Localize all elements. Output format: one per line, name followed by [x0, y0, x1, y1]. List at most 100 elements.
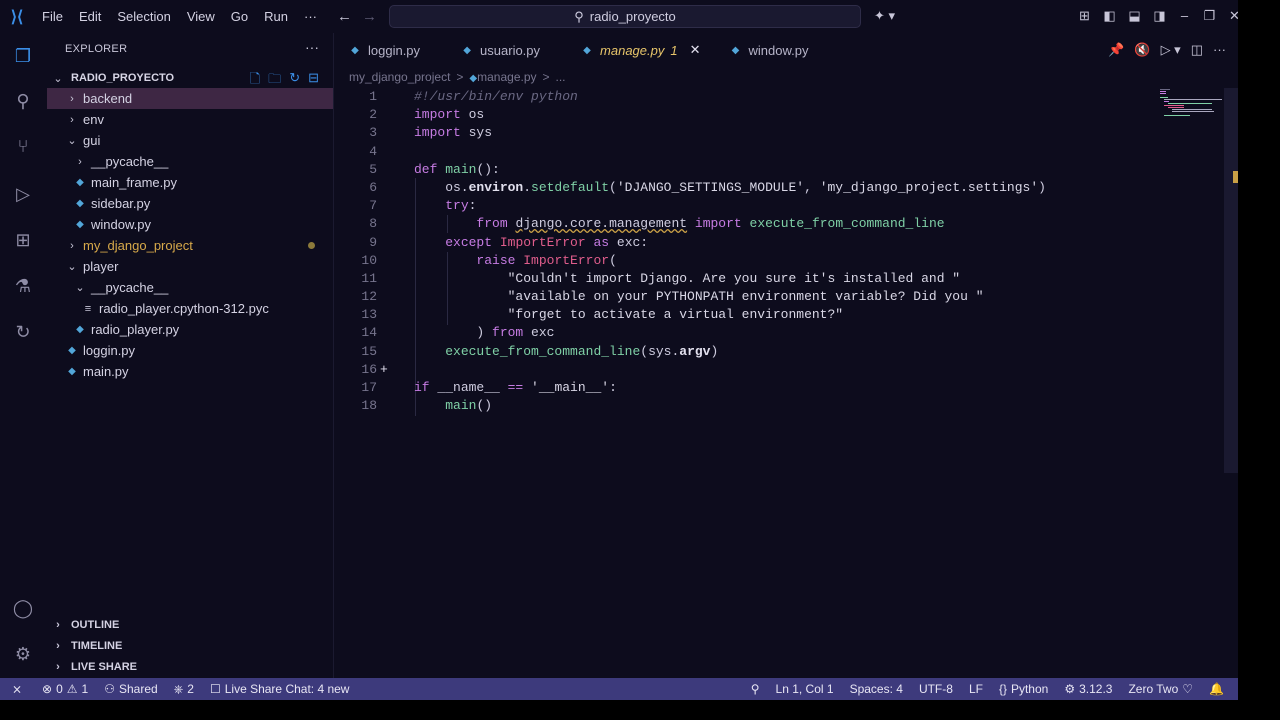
- command-center-search[interactable]: ⚲ radio_proyecto: [389, 5, 861, 28]
- tree-folder[interactable]: › my_django_project: [47, 235, 333, 256]
- problems-indicator[interactable]: ⊗ 0 ⚠ 1: [34, 682, 96, 696]
- tree-item-label: radio_player.cpython-312.pyc: [99, 301, 269, 316]
- tree-file[interactable]: ≡ radio_player.cpython-312.pyc: [47, 298, 333, 319]
- minimap[interactable]: [1158, 88, 1224, 118]
- menu-selection[interactable]: Selection: [109, 0, 178, 33]
- live-share-icon[interactable]: ↻: [10, 319, 36, 345]
- python-version: 3.12.3: [1079, 682, 1113, 696]
- code-line: 5 def main():: [334, 161, 1154, 179]
- breadcrumb-folder[interactable]: my_django_project: [349, 70, 450, 84]
- add-breakpoint-icon[interactable]: +: [380, 361, 388, 379]
- language-mode[interactable]: {} Python: [991, 682, 1056, 696]
- toggle-panel-icon[interactable]: ⬓: [1122, 6, 1147, 26]
- copilot-icon[interactable]: ✦ ▾: [874, 8, 895, 24]
- vscode-window: ⟩⟨ File Edit Selection View Go Run ··· ←…: [0, 0, 1240, 700]
- breadcrumb-file[interactable]: ◆manage.py: [469, 70, 536, 84]
- tree-folder[interactable]: › __pycache__: [47, 151, 333, 172]
- chevron-down-icon: ⌄: [67, 135, 77, 147]
- tree-folder[interactable]: ⌄ __pycache__: [47, 277, 333, 298]
- vertical-scrollbar[interactable]: [1224, 88, 1238, 473]
- live-share-status[interactable]: ⚇ Shared: [96, 682, 165, 696]
- tab-window[interactable]: ◆ window.py: [715, 33, 823, 67]
- python-file-icon: ◆: [469, 73, 478, 84]
- line-number: 14: [361, 325, 377, 341]
- tree-folder[interactable]: › env: [47, 109, 333, 130]
- accounts-icon[interactable]: ◯: [10, 595, 36, 621]
- minimize-icon[interactable]: –: [1172, 6, 1197, 26]
- cursor-position[interactable]: Ln 1, Col 1: [768, 682, 842, 696]
- code-line: 7 try:: [334, 197, 1154, 215]
- extensions-icon[interactable]: ⊞: [10, 227, 36, 253]
- code-editor[interactable]: 1 #!/usr/bin/env python 2 import os 3 impor…: [334, 88, 1154, 416]
- indentation[interactable]: Spaces: 4: [842, 682, 911, 696]
- customize-layout-icon[interactable]: ⊞: [1072, 6, 1097, 26]
- run-debug-icon[interactable]: ▷: [10, 181, 36, 207]
- settings-gear-icon[interactable]: ⚙: [10, 641, 36, 667]
- encoding[interactable]: UTF-8: [911, 682, 961, 696]
- title-bar: ⟩⟨ File Edit Selection View Go Run ··· ←…: [0, 0, 1240, 33]
- zoom-icon[interactable]: ⚲: [743, 682, 768, 696]
- restore-icon[interactable]: ❐: [1197, 6, 1222, 26]
- menu-edit[interactable]: Edit: [71, 0, 109, 33]
- mute-icon[interactable]: 🔇: [1134, 42, 1150, 58]
- tree-item-label: sidebar.py: [91, 196, 151, 211]
- notifications-bell-icon[interactable]: 🔔: [1201, 682, 1232, 696]
- toggle-secondary-sidebar-icon[interactable]: ◨: [1147, 6, 1172, 26]
- status-bar: ⨯ ⊗ 0 ⚠ 1 ⚇ Shared ⎈ 2 ☐ Live Share Chat: 4 n…: [0, 678, 1238, 700]
- tab-loggin[interactable]: ◆ loggin.py: [334, 33, 434, 67]
- source-control-icon[interactable]: ⑂: [10, 133, 36, 159]
- search-icon: ⚲: [574, 8, 584, 24]
- error-count: 0: [56, 682, 63, 696]
- menu-more[interactable]: ···: [296, 0, 325, 33]
- tree-folder[interactable]: ⌄ player: [47, 256, 333, 277]
- live-share-chat[interactable]: ☐ Live Share Chat: 4 new: [202, 682, 358, 696]
- tree-file[interactable]: ◆ loggin.py: [47, 340, 333, 361]
- menu-file[interactable]: File: [34, 0, 71, 33]
- end-of-line[interactable]: LF: [961, 682, 991, 696]
- forward-arrow-icon[interactable]: →: [362, 8, 377, 25]
- outline-label: OUTLINE: [71, 618, 120, 631]
- explorer-icon[interactable]: ❐: [10, 43, 36, 69]
- modified-indicator: [308, 242, 315, 249]
- search-view-icon[interactable]: ⚲: [10, 88, 36, 114]
- warning-icon: ⚠: [66, 682, 78, 696]
- remote-indicator-icon[interactable]: ⨯: [0, 678, 34, 700]
- share-icon: ⚇: [104, 682, 115, 696]
- code-line: 15 execute_from_command_line(sys.argv): [334, 343, 1154, 361]
- timeline-section[interactable]: › TIMELINE: [45, 635, 333, 656]
- more-actions-icon[interactable]: ···: [305, 39, 319, 55]
- split-editor-icon[interactable]: ◫: [1191, 42, 1203, 58]
- tab-usuario[interactable]: ◆ usuario.py: [446, 33, 554, 67]
- ports-indicator[interactable]: ⎈ 2: [166, 682, 202, 697]
- tree-folder[interactable]: ⌄ gui: [47, 130, 333, 151]
- pin-icon[interactable]: 📌: [1108, 42, 1124, 58]
- tree-file[interactable]: ◆ main_frame.py: [47, 172, 333, 193]
- line-number: 8: [369, 216, 377, 232]
- outline-section[interactable]: › OUTLINE: [45, 614, 333, 635]
- tab-manage[interactable]: ◆ manage.py 1 ✕: [566, 33, 714, 67]
- menu-go[interactable]: Go: [223, 0, 256, 33]
- back-arrow-icon[interactable]: ←: [337, 8, 352, 25]
- tree-item-label: loggin.py: [83, 343, 136, 358]
- tree-item-label: gui: [83, 133, 101, 148]
- line-number: 10: [361, 252, 377, 268]
- breadcrumb-symbol[interactable]: ...: [556, 70, 566, 84]
- testing-icon[interactable]: ⚗: [10, 273, 36, 299]
- project-header[interactable]: ⌄ RADIO_PROYECTO 🗋 🗀 ↻ ⊟: [45, 68, 333, 88]
- tree-file[interactable]: ◆ sidebar.py: [47, 193, 333, 214]
- close-tab-icon[interactable]: ✕: [690, 42, 701, 58]
- tree-item-label: main.py: [83, 364, 129, 379]
- menu-run[interactable]: Run: [256, 0, 296, 33]
- tree-file[interactable]: ◆ radio_player.py: [47, 319, 333, 340]
- live-share-section[interactable]: › LIVE SHARE: [45, 656, 333, 677]
- editor-more-icon[interactable]: ···: [1213, 42, 1226, 58]
- tree-file[interactable]: ◆ main.py: [47, 361, 333, 382]
- menu-view[interactable]: View: [179, 0, 223, 33]
- run-file-icon[interactable]: ▷ ▾: [1161, 42, 1181, 58]
- python-interpreter[interactable]: ⚙ 3.12.3: [1056, 682, 1120, 696]
- theme-indicator[interactable]: Zero Two ♡: [1120, 682, 1201, 696]
- toggle-sidebar-icon[interactable]: ◧: [1097, 6, 1122, 26]
- line-number: 4: [369, 143, 377, 159]
- tree-file[interactable]: ◆ window.py: [47, 214, 333, 235]
- tree-folder[interactable]: › backend: [47, 88, 333, 109]
